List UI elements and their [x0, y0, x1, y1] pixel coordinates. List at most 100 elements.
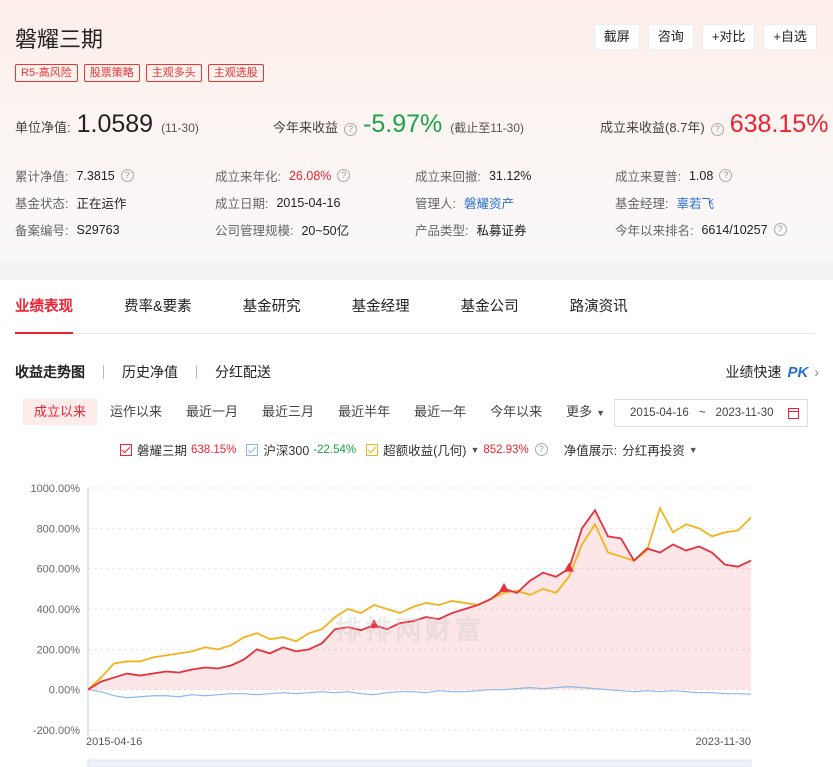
date-separator: ~	[698, 407, 706, 419]
legend-value: -22.54%	[313, 443, 357, 456]
range-1y[interactable]: 最近一年	[403, 399, 477, 425]
info-label: 公司管理规模:	[215, 224, 294, 238]
checkbox-icon	[246, 443, 259, 456]
info-cell: 产品类型: 私募证券	[415, 220, 615, 239]
y-tick-label: 1000.00%	[30, 483, 80, 495]
info-cell: 成立来年化: 26.08%?	[215, 166, 415, 185]
legend-csi300[interactable]: 沪深300 -22.54%	[246, 440, 356, 459]
zoom-slider	[87, 759, 752, 767]
more-label: 更多	[566, 404, 593, 419]
risk-tag: R5-高风险	[15, 64, 78, 82]
main-tabs: 业绩表现 费率&要素 基金研究 基金经理 基金公司 路演资讯	[15, 280, 815, 334]
tab-roadshow[interactable]: 路演资讯	[570, 280, 628, 333]
info-label: 成立来年化:	[215, 170, 281, 184]
add-watchlist-button[interactable]: +自选	[763, 24, 817, 50]
fund-manager-link[interactable]: 辜若飞	[676, 193, 714, 212]
info-row: 备案编号: S29763 公司管理规模: 20~50亿 产品类型: 私募证券 今年以来…	[15, 216, 825, 243]
ytd-kpi: 今年来收益 ? -5.97% (截止至11-30)	[273, 110, 524, 139]
info-value: 1.08	[688, 168, 714, 183]
info-label: 今年以来排名:	[615, 224, 694, 238]
y-tick-label: -200.00%	[33, 725, 80, 737]
info-value: 7.3815	[76, 168, 115, 183]
date-end: 2023-11-30	[715, 407, 774, 419]
help-icon[interactable]: ?	[710, 123, 724, 136]
display-mode-dropdown[interactable]: 净值展示: 分红再投资 ▼	[564, 440, 698, 459]
chevron-right-icon: ›	[814, 364, 819, 380]
range-since-operation[interactable]: 运作以来	[99, 399, 173, 425]
legend-value: 852.93%	[483, 443, 529, 456]
help-icon[interactable]: ?	[337, 169, 351, 182]
substrategy-tag: 主观多头	[145, 64, 202, 82]
fund-info-grid: 累计净值: 7.3815? 成立来年化: 26.08%? 成立来回撤: 31.12% …	[15, 162, 825, 243]
subtab-return-chart[interactable]: 收益走势图	[15, 362, 85, 382]
quick-pk-link[interactable]: 业绩快速 PK ›	[725, 362, 819, 382]
tab-research[interactable]: 基金研究	[243, 280, 301, 333]
ytd-label: 今年来收益	[273, 120, 339, 135]
since-kpi: 成立来收益(8.7年) ? 638.15%	[600, 110, 828, 139]
y-tick-label: 0.00%	[49, 685, 80, 697]
checkbox-icon	[120, 443, 132, 456]
info-value: 26.08%	[288, 168, 332, 183]
help-icon[interactable]: ?	[719, 169, 733, 182]
manager-company-link[interactable]: 磐耀资产	[464, 193, 514, 212]
subtab-history-nav[interactable]: 历史净值	[122, 362, 178, 382]
info-cell: 管理人: 磐耀资产	[415, 193, 615, 212]
style-tag: 主观选股	[207, 64, 264, 82]
info-cell: 成立日期: 2015-04-16	[215, 193, 415, 212]
info-cell: 基金经理: 辜若飞	[615, 193, 815, 212]
range-ytd[interactable]: 今年以来	[479, 399, 553, 425]
info-cell: 成立来夏普: 1.08?	[615, 166, 815, 185]
tab-performance[interactable]: 业绩表现	[15, 280, 73, 334]
info-cell: 累计净值: 7.3815?	[15, 166, 215, 185]
info-value: 31.12%	[488, 168, 532, 183]
info-label: 备案编号:	[15, 224, 69, 238]
header-actions: 截屏 咨询 +对比 +自选	[593, 24, 817, 50]
range-1m[interactable]: 最近一月	[175, 399, 249, 425]
performance-panel: 业绩表现 费率&要素 基金研究 基金经理 基金公司 路演资讯 收益走势图 历史净…	[0, 280, 833, 767]
tab-manager[interactable]: 基金经理	[352, 280, 410, 333]
subtab-dividends[interactable]: 分红配送	[215, 362, 271, 382]
info-value: S29763	[76, 222, 120, 237]
quick-label: 业绩快速	[725, 364, 782, 380]
fund-name: 磐耀三期	[15, 27, 104, 52]
range-3m[interactable]: 最近三月	[251, 399, 325, 425]
legend-name: 磐耀三期	[137, 444, 188, 458]
help-icon[interactable]: ?	[120, 169, 134, 182]
legend-name: 沪深300	[263, 444, 310, 458]
fund-header: 磐耀三期 截屏 咨询 +对比 +自选 R5-高风险 股票策略 主观多头 主观选股…	[0, 0, 833, 262]
tab-company[interactable]: 基金公司	[461, 280, 519, 333]
legend-excess[interactable]: 超额收益(几何) ▼ 852.93% ?	[366, 440, 554, 459]
caret-down-icon: ▼	[596, 408, 606, 418]
info-label: 基金状态:	[15, 197, 69, 211]
date-range-picker[interactable]: 2015-04-16 ~ 2023-11-30	[614, 399, 808, 427]
info-value: 20~50亿	[301, 224, 350, 238]
consult-button[interactable]: 咨询	[647, 24, 694, 50]
y-tick-label: 600.00%	[37, 564, 81, 576]
caret-down-icon: ▼	[470, 444, 480, 455]
info-cell: 备案编号: S29763	[15, 220, 215, 239]
range-more-dropdown[interactable]: 更多 ▼	[555, 399, 616, 425]
legend-value: 638.15%	[191, 443, 237, 456]
y-tick-label: 400.00%	[37, 604, 81, 616]
since-value: 638.15%	[729, 110, 829, 138]
range-6m[interactable]: 最近半年	[327, 399, 401, 425]
help-icon[interactable]: ?	[773, 223, 787, 236]
help-icon[interactable]: ?	[344, 123, 358, 136]
legend-fund[interactable]: 磐耀三期 638.15%	[120, 440, 236, 459]
info-cell: 今年以来排名: 6614/10257?	[615, 220, 815, 239]
y-tick-label: 800.00%	[37, 523, 81, 535]
caret-down-icon: ▼	[688, 444, 698, 455]
range-since-inception[interactable]: 成立以来	[23, 399, 98, 425]
help-icon[interactable]: ?	[534, 443, 548, 456]
legend-name: 超额收益(几何)	[383, 444, 467, 458]
chart-legend: 磐耀三期 638.15% 沪深300 -22.54% 超额收益(几何) ▼ 85…	[120, 440, 708, 459]
info-cell: 基金状态: 正在运作	[15, 193, 215, 212]
date-start: 2015-04-16	[630, 407, 689, 419]
ytd-value: -5.97%	[363, 110, 443, 138]
info-row: 基金状态: 正在运作 成立日期: 2015-04-16 管理人: 磐耀资产 基金经理:…	[15, 189, 825, 216]
info-cell: 公司管理规模: 20~50亿	[215, 220, 415, 239]
screenshot-button[interactable]: 截屏	[593, 24, 640, 50]
tab-fees[interactable]: 费率&要素	[124, 280, 192, 333]
compare-button[interactable]: +对比	[701, 24, 756, 50]
return-chart: 1000.00% 800.00% 600.00% 400.00% 200.00% 0.00…	[0, 475, 833, 767]
